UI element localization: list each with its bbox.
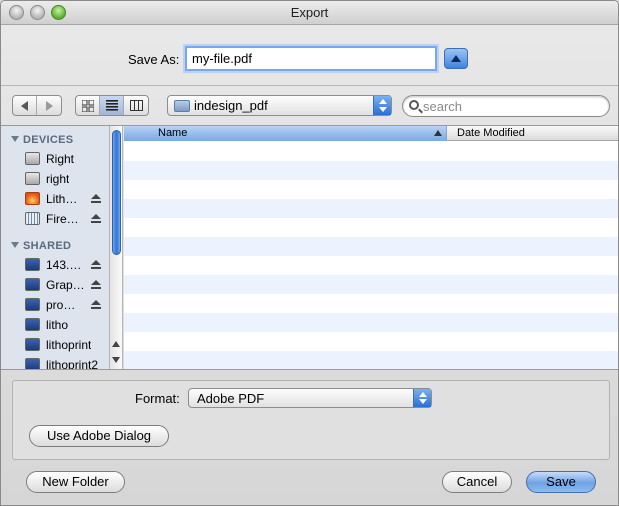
file-rows (124, 142, 618, 369)
sidebar-item-shared[interactable]: litho (25, 317, 107, 335)
save-as-label: Save As: (128, 52, 180, 67)
back-forward-buttons (12, 95, 62, 116)
sidebar-item-shared[interactable]: Grap… (25, 277, 107, 295)
back-button[interactable] (13, 96, 37, 115)
sidebar-item-device[interactable]: Fire… (25, 211, 107, 229)
hard-disk-icon (25, 152, 40, 165)
list-item (124, 237, 618, 256)
sidebar-item-device[interactable]: right (25, 171, 107, 189)
network-computer-icon (25, 278, 40, 291)
format-label: Format: (135, 391, 180, 406)
list-item (124, 313, 618, 332)
firewire-disk-icon (25, 212, 40, 225)
title-bar: Export (1, 1, 618, 25)
scroll-up-icon[interactable] (112, 341, 120, 347)
column-view-button[interactable] (124, 96, 148, 115)
column-header: Name Date Modified (124, 126, 618, 141)
save-as-input[interactable] (185, 46, 437, 71)
scrollbar-thumb[interactable] (112, 130, 121, 255)
list-item (124, 218, 618, 237)
sidebar-item-device[interactable]: Right (25, 151, 107, 169)
devices-header[interactable]: DEVICES (11, 134, 73, 146)
format-popup[interactable]: Adobe PDF (188, 388, 432, 408)
column-header-date-modified[interactable]: Date Modified (457, 127, 525, 139)
popup-stepper-icon (373, 96, 391, 115)
list-item (124, 332, 618, 351)
sidebar-item-shared[interactable]: lithoprint (25, 337, 107, 355)
fire-disk-icon (25, 192, 40, 205)
eject-icon[interactable] (91, 194, 101, 204)
save-button[interactable]: Save (526, 471, 596, 493)
scroll-down-icon[interactable] (112, 357, 120, 363)
list-view-button[interactable] (100, 96, 124, 115)
list-item (124, 351, 618, 369)
grid-icon (81, 99, 94, 112)
file-list: Name Date Modified (124, 126, 618, 369)
sidebar-item-shared[interactable]: 143.… (25, 257, 107, 275)
sort-ascending-icon (434, 130, 442, 136)
network-display-icon (25, 338, 40, 351)
network-computer-icon (25, 258, 40, 271)
hard-disk-icon (25, 172, 40, 185)
disclosure-triangle-icon (11, 136, 19, 142)
sidebar-scrollbar[interactable] (109, 126, 123, 369)
eject-icon[interactable] (91, 260, 101, 270)
folder-name: indesign_pdf (194, 98, 268, 113)
icon-view-button[interactable] (76, 96, 100, 115)
use-adobe-dialog-button[interactable]: Use Adobe Dialog (29, 425, 169, 447)
sidebar: DEVICES Right right Lith… Fire… SHARED 1… (1, 126, 109, 369)
network-display-icon (25, 358, 40, 369)
disclosure-triangle-icon (11, 242, 19, 248)
list-item (124, 199, 618, 218)
forward-button[interactable] (37, 96, 61, 115)
list-item (124, 256, 618, 275)
popup-stepper-icon (413, 389, 431, 407)
folder-icon (174, 100, 190, 112)
eject-icon[interactable] (91, 214, 101, 224)
search-icon (409, 100, 419, 110)
collapse-dialog-button[interactable] (444, 48, 468, 69)
network-computer-icon (25, 298, 40, 311)
shared-header[interactable]: SHARED (11, 240, 71, 252)
sidebar-item-device[interactable]: Lith… (25, 191, 107, 209)
sidebar-item-shared[interactable]: lithoprint2 (25, 357, 107, 369)
network-display-icon (25, 318, 40, 331)
format-value: Adobe PDF (197, 391, 265, 406)
arrow-right-icon (45, 100, 53, 111)
search-field (402, 95, 610, 117)
list-item (124, 180, 618, 199)
column-header-name[interactable]: Name (124, 126, 447, 141)
file-browser: DEVICES Right right Lith… Fire… SHARED 1… (1, 125, 618, 370)
arrow-left-icon (21, 100, 28, 111)
sidebar-item-shared[interactable]: pro… (25, 297, 107, 315)
cancel-button[interactable]: Cancel (442, 471, 512, 493)
new-folder-button[interactable]: New Folder (26, 471, 125, 493)
list-item (124, 161, 618, 180)
eject-icon[interactable] (91, 280, 101, 290)
list-item (124, 142, 618, 161)
export-dialog: Export Save As: indesign_pdf DEVICES (0, 0, 619, 506)
list-item (124, 294, 618, 313)
list-icon (105, 100, 118, 111)
eject-icon[interactable] (91, 300, 101, 310)
view-mode-buttons (75, 95, 149, 116)
folder-location-popup[interactable]: indesign_pdf (167, 95, 392, 116)
columns-icon (129, 100, 143, 111)
list-item (124, 275, 618, 294)
search-input[interactable] (423, 98, 603, 114)
divider (1, 85, 618, 86)
window-title: Export (290, 5, 329, 20)
triangle-up-icon (451, 55, 461, 62)
